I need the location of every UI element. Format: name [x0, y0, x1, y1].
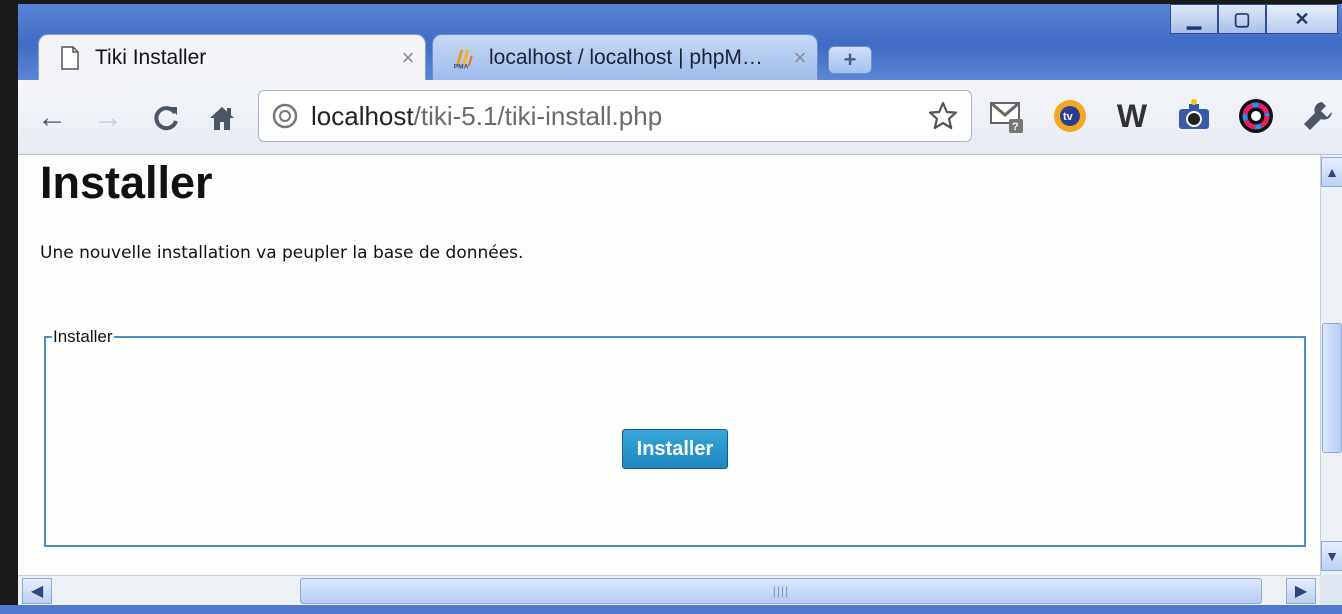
- browser-toolbar: ← → localhost/tiki-5.1/tiki-install.php …: [18, 80, 1342, 155]
- new-tab-button[interactable]: +: [828, 46, 872, 74]
- horizontal-scrollbar[interactable]: ◀ |||| ▶: [18, 575, 1320, 606]
- tv-icon[interactable]: tv: [1050, 96, 1090, 136]
- page-description: Une nouvelle installation va peupler la …: [40, 243, 524, 263]
- tab-title: localhost / localhost | phpM…: [489, 45, 763, 69]
- frame-edge: [0, 0, 1342, 4]
- window-controls: ▁ ▢ ✕: [1170, 4, 1338, 34]
- horizontal-scroll-thumb[interactable]: ||||: [300, 578, 1262, 604]
- w-icon[interactable]: W: [1112, 96, 1152, 136]
- svg-text:?: ?: [1012, 121, 1019, 133]
- url-host: localhost: [311, 100, 414, 131]
- url-text: localhost/tiki-5.1/tiki-install.php: [311, 101, 662, 132]
- gmail-checker-icon[interactable]: ?: [988, 96, 1028, 136]
- fieldset-legend: Installer: [53, 327, 113, 346]
- page-viewport: Installer Une nouvelle installation va p…: [18, 155, 1320, 575]
- color-wheel-icon[interactable]: [1236, 96, 1276, 136]
- reload-button[interactable]: [146, 98, 186, 138]
- window-bottom-border: [0, 605, 1342, 614]
- page-icon: [59, 45, 81, 71]
- browser-window: ▁ ▢ ✕ Tiki Installer × PMA localhost / l…: [0, 0, 1342, 614]
- minimize-button[interactable]: ▁: [1170, 4, 1218, 34]
- url-path: /tiki-5.1/tiki-install.php: [413, 100, 663, 131]
- scrollbar-corner: [1320, 575, 1342, 605]
- install-button[interactable]: Installer: [622, 429, 728, 469]
- back-button[interactable]: ←: [32, 98, 72, 138]
- home-button[interactable]: [202, 98, 242, 138]
- scroll-up-icon[interactable]: ▲: [1321, 157, 1342, 187]
- vertical-scroll-thumb[interactable]: [1322, 323, 1342, 453]
- svg-text:PMA: PMA: [454, 63, 469, 70]
- home-icon: [210, 107, 234, 130]
- close-tab-icon[interactable]: ×: [783, 45, 817, 71]
- bookmark-star-icon[interactable]: [927, 100, 959, 132]
- tab-tiki-installer[interactable]: Tiki Installer ×: [38, 34, 426, 80]
- scroll-left-icon[interactable]: ◀: [22, 578, 52, 604]
- tab-title: Tiki Installer: [95, 45, 207, 69]
- camera-icon[interactable]: [1174, 96, 1214, 136]
- wrench-icon[interactable]: [1298, 96, 1338, 136]
- vertical-scrollbar[interactable]: ▲ ▼: [1320, 155, 1342, 575]
- address-bar[interactable]: localhost/tiki-5.1/tiki-install.php: [258, 90, 972, 142]
- close-tab-icon[interactable]: ×: [391, 45, 425, 71]
- tab-phpmyadmin[interactable]: PMA localhost / localhost | phpM… ×: [432, 34, 818, 80]
- close-window-button[interactable]: ✕: [1266, 4, 1338, 34]
- frame-edge: [0, 0, 18, 614]
- scroll-right-icon[interactable]: ▶: [1286, 578, 1316, 604]
- forward-button[interactable]: →: [88, 98, 128, 138]
- svg-text:tv: tv: [1063, 111, 1074, 123]
- scroll-down-icon[interactable]: ▼: [1321, 541, 1342, 571]
- phpmyadmin-icon: PMA: [453, 45, 475, 71]
- globe-icon: [259, 102, 311, 130]
- reload-icon: [154, 106, 178, 131]
- page-title: Installer: [40, 157, 213, 208]
- maximize-button[interactable]: ▢: [1218, 4, 1266, 34]
